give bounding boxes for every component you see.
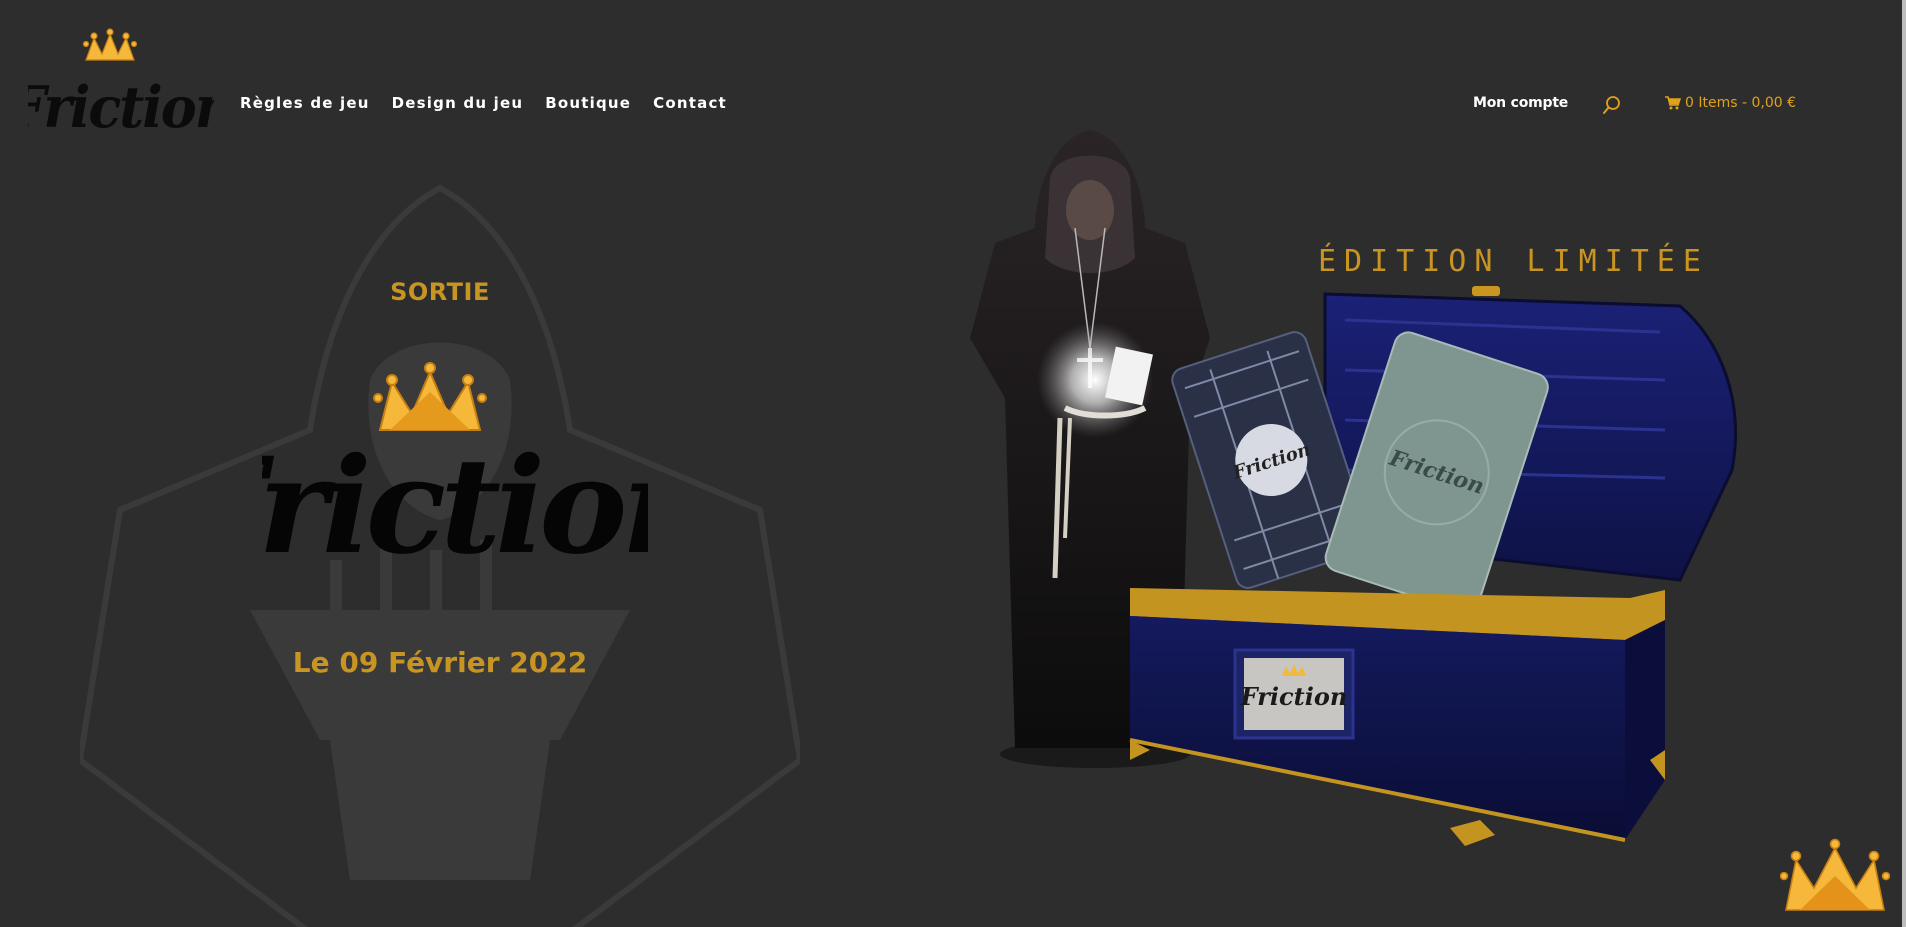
release-kicker: SORTIE: [390, 278, 490, 306]
treasure-chest-illustration: Friction Friction Friction: [1129, 286, 1737, 846]
site-header: Friction Règles de jeu Design du jeu Bou…: [0, 0, 1906, 160]
crown-shortcut-button[interactable]: [1779, 836, 1891, 916]
cart-icon: [1665, 96, 1681, 110]
friction-logo-icon: Friction: [6, 28, 234, 142]
nav-shop[interactable]: Boutique: [545, 94, 631, 112]
account-link[interactable]: Mon compte: [1473, 95, 1568, 111]
friction-wordmark: Friction: [262, 362, 648, 584]
crown-icon: [373, 362, 487, 431]
search-button[interactable]: [1601, 94, 1623, 116]
nav-contact[interactable]: Contact: [653, 94, 727, 112]
cart-link[interactable]: 0 Items - 0,00 €: [1665, 95, 1796, 111]
main-nav: Règles de jeu Design du jeu Boutique Con…: [240, 94, 727, 112]
nav-rules[interactable]: Règles de jeu: [240, 94, 370, 112]
scrollbar-edge: [1902, 0, 1906, 927]
site-logo[interactable]: Friction: [6, 26, 234, 150]
svg-text:Friction: Friction: [1240, 682, 1348, 711]
wordmark-text: Friction: [262, 429, 648, 584]
limited-edition-title: ÉDITION LIMITÉE: [1318, 244, 1709, 279]
release-date: Le 09 Février 2022: [292, 646, 588, 679]
nav-design[interactable]: Design du jeu: [392, 94, 524, 112]
search-icon: [1603, 96, 1620, 114]
cart-summary: 0 Items - 0,00 €: [1685, 95, 1797, 111]
svg-text:Friction: Friction: [28, 75, 214, 142]
crown-icon: [1779, 838, 1891, 911]
page: Friction Règles de jeu Design du jeu Bou…: [0, 0, 1906, 927]
